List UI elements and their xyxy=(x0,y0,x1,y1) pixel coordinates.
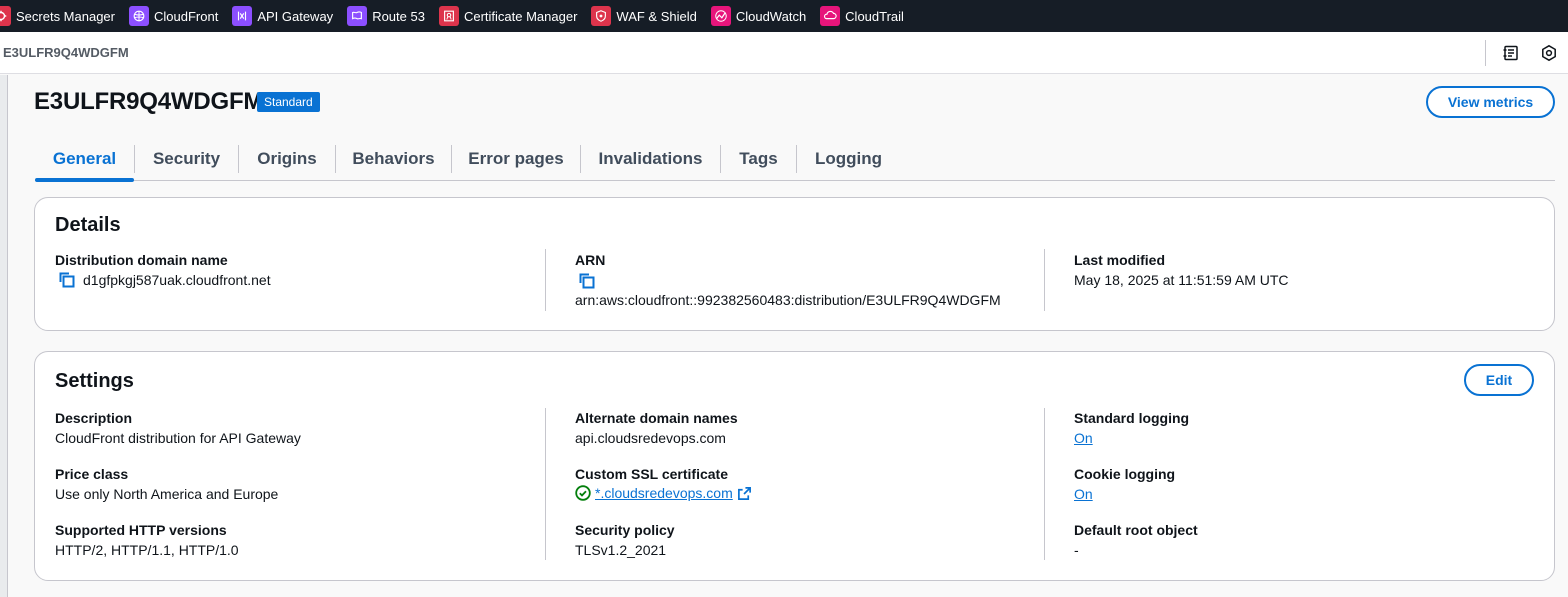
tab-invalidations[interactable]: Invalidations xyxy=(581,138,720,180)
favorite-cloudfront[interactable]: CloudFront xyxy=(129,0,225,32)
details-title: Details xyxy=(55,214,121,236)
status-badge: Standard xyxy=(257,92,320,112)
breadcrumb-bar: E3ULFR9Q4WDGFM xyxy=(0,32,1568,74)
alternate-domain-label: Alternate domain names xyxy=(575,410,738,426)
cloudwatch-icon xyxy=(710,6,731,26)
settings-title: Settings xyxy=(55,370,134,392)
ssl-certificate-link[interactable]: *.cloudsredevops.com xyxy=(595,485,733,501)
column-divider xyxy=(545,249,546,311)
arn-label: ARN xyxy=(575,252,606,268)
copy-domain-icon[interactable] xyxy=(57,270,77,290)
tab-security[interactable]: Security xyxy=(135,138,238,180)
ssl-certificate-label: Custom SSL certificate xyxy=(575,466,729,482)
column-divider xyxy=(545,408,546,560)
domain-name-value: d1gfpkgj587uak.cloudfront.net xyxy=(83,272,271,288)
favorite-cloudwatch[interactable]: CloudWatch xyxy=(710,0,813,32)
tab-label: Origins xyxy=(257,149,317,168)
domain-name-label: Distribution domain name xyxy=(55,252,228,268)
tab-bar: General Security Origins Behaviors Error… xyxy=(35,138,1555,182)
notes-icon[interactable] xyxy=(1500,42,1522,64)
success-check-icon xyxy=(575,485,591,501)
alternate-domain-value: api.cloudsredevops.com xyxy=(575,430,726,446)
tools-divider xyxy=(1485,40,1486,66)
cloudfront-icon xyxy=(129,6,149,26)
favorite-certificate-manager[interactable]: Certificate Manager xyxy=(438,0,584,32)
page-title: E3ULFR9Q4WDGFM xyxy=(34,88,264,115)
security-policy-value: TLSv1.2_2021 xyxy=(575,542,667,558)
cookie-logging-label: Cookie logging xyxy=(1074,466,1176,482)
tab-general[interactable]: General xyxy=(35,138,134,182)
left-scroll-strip[interactable] xyxy=(0,75,8,597)
tab-tags[interactable]: Tags xyxy=(721,138,796,180)
tab-label: Error pages xyxy=(468,149,564,168)
default-root-object-value: - xyxy=(1074,542,1079,558)
favorite-label: API Gateway xyxy=(257,8,334,24)
breadcrumb-tools xyxy=(1485,32,1568,74)
tab-label: Logging xyxy=(814,149,883,168)
arn-value: arn:aws:cloudfront::992382560483:distrib… xyxy=(575,292,1001,308)
default-root-object-label: Default root object xyxy=(1074,522,1198,538)
favorite-secrets-manager[interactable]: Secrets Manager xyxy=(0,0,122,32)
security-policy-label: Security policy xyxy=(575,522,675,538)
tab-label: General xyxy=(52,149,117,168)
description-value: CloudFront distribution for API Gateway xyxy=(55,430,301,446)
view-metrics-button[interactable]: View metrics xyxy=(1426,86,1555,118)
description-label: Description xyxy=(55,410,133,426)
favorite-label: CloudWatch xyxy=(735,8,807,24)
favorite-label: CloudTrail xyxy=(845,8,904,24)
certificate-manager-icon xyxy=(438,6,459,26)
price-class-label: Price class xyxy=(55,466,129,482)
route53-icon xyxy=(347,6,368,26)
tab-error-pages[interactable]: Error pages xyxy=(452,138,580,180)
http-versions-value: HTTP/2, HTTP/1.1, HTTP/1.0 xyxy=(55,542,239,558)
favorite-label: Secrets Manager xyxy=(16,8,115,24)
price-class-value: Use only North America and Europe xyxy=(55,486,279,502)
settings-hexagon-icon[interactable] xyxy=(1538,42,1560,64)
favorite-api-gateway[interactable]: API Gateway xyxy=(232,0,340,32)
api-gateway-icon xyxy=(232,6,253,26)
tab-label: Security xyxy=(152,149,221,168)
edit-button[interactable]: Edit xyxy=(1464,364,1534,396)
favorite-cloudtrail[interactable]: CloudTrail xyxy=(820,0,911,32)
column-divider xyxy=(1044,408,1045,560)
tab-logging[interactable]: Logging xyxy=(797,138,900,180)
cookie-logging-link[interactable]: On xyxy=(1074,486,1093,502)
copy-arn-icon[interactable] xyxy=(577,271,597,291)
waf-shield-icon xyxy=(591,6,612,26)
last-modified-label: Last modified xyxy=(1074,252,1166,268)
standard-logging-label: Standard logging xyxy=(1074,410,1190,426)
breadcrumb-current: E3ULFR9Q4WDGFM xyxy=(3,45,129,60)
cloudtrail-icon xyxy=(820,6,841,26)
favorite-label: WAF & Shield xyxy=(616,8,697,24)
ssl-certificate-row: *.cloudsredevops.com xyxy=(575,485,752,501)
tab-label: Invalidations xyxy=(598,149,703,168)
last-modified-value: May 18, 2025 at 11:51:59 AM UTC xyxy=(1074,272,1289,288)
standard-logging-link[interactable]: On xyxy=(1074,430,1093,446)
external-link-icon[interactable] xyxy=(737,486,752,501)
secrets-manager-icon xyxy=(0,6,11,26)
favorite-label: Certificate Manager xyxy=(463,8,578,24)
tab-label: Tags xyxy=(739,149,778,168)
details-container: Details Distribution domain name d1gfpkg… xyxy=(34,197,1555,331)
favorite-waf-shield[interactable]: WAF & Shield xyxy=(591,0,703,32)
tab-origins[interactable]: Origins xyxy=(239,138,335,180)
column-divider xyxy=(1044,249,1045,311)
tab-behaviors[interactable]: Behaviors xyxy=(336,138,451,180)
favorites-bar: Secrets Manager CloudFront API Gateway R… xyxy=(0,0,1568,32)
favorite-route53[interactable]: Route 53 xyxy=(347,0,432,32)
http-versions-label: Supported HTTP versions xyxy=(55,522,227,538)
tab-label: Behaviors xyxy=(352,149,435,168)
favorite-label: CloudFront xyxy=(154,8,219,24)
favorite-label: Route 53 xyxy=(372,8,425,24)
settings-container: Settings Edit Description CloudFront dis… xyxy=(34,351,1555,581)
